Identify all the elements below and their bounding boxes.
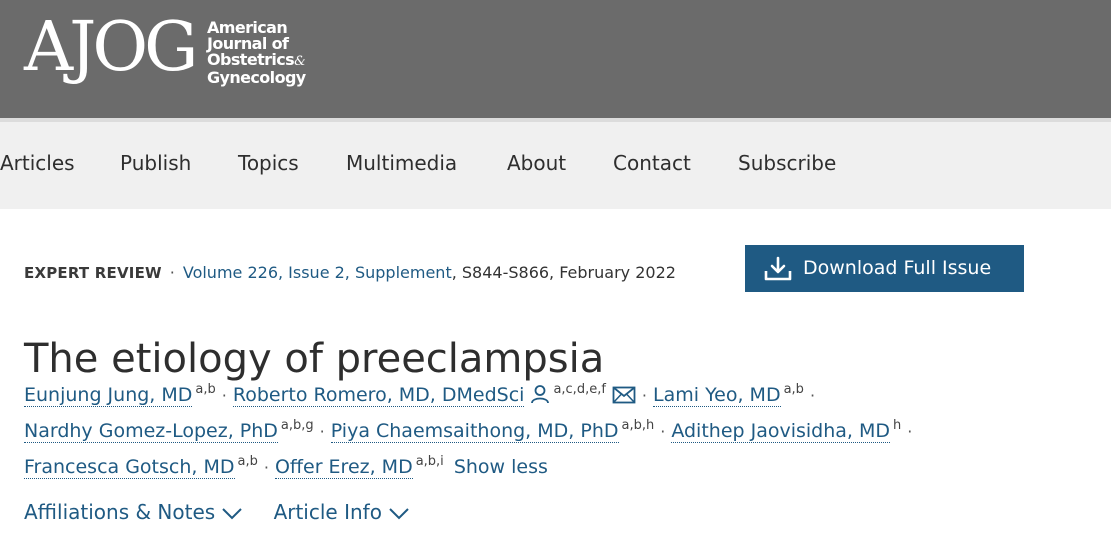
author-link[interactable]: Nardhy Gomez-Lopez, PhD: [24, 420, 278, 443]
download-icon: [764, 256, 792, 281]
author-link[interactable]: Eunjung Jung, MD: [24, 384, 193, 407]
nav-item-contact[interactable]: Contact: [613, 150, 691, 176]
nav-item-subscribe[interactable]: Subscribe: [738, 150, 836, 176]
author-affiliation-sup: a,b: [195, 382, 216, 397]
article-accordions: Affiliations & Notes Article Info: [24, 496, 434, 528]
author-affiliation-sup: a,b,g: [280, 418, 314, 433]
separator-dot: ·: [169, 263, 175, 282]
separator-dot: ·: [907, 422, 913, 441]
logo-mark[interactable]: AJOG: [24, 10, 198, 86]
chevron-down-icon: [222, 508, 242, 520]
download-button-label: Download Full Issue: [803, 257, 992, 279]
nav-item-about[interactable]: About: [507, 150, 566, 176]
logo-line: Gynecology: [207, 68, 306, 87]
author-link[interactable]: Adithep Jaovisidha, MD: [671, 420, 891, 443]
author-link[interactable]: Roberto Romero, MD, DMedSci: [232, 384, 525, 407]
show-less-link[interactable]: Show less: [454, 456, 548, 478]
logo-journal-name[interactable]: American Journal of Obstetrics& Gynecolo…: [207, 20, 306, 86]
separator-dot: ·: [263, 458, 269, 477]
nav-item-publish[interactable]: Publish: [120, 150, 191, 176]
article-info-label: Article Info: [273, 500, 382, 524]
affiliations-label: Affiliations & Notes: [24, 500, 216, 524]
volume-link[interactable]: Volume 226, Issue 2, Supplement: [183, 263, 452, 282]
author-affiliation-sup: a,b: [783, 382, 804, 397]
author-line: Eunjung Jung, MD a,b · Roberto Romero, MD, …: [24, 372, 1084, 408]
site-header: AJOG American Journal of Obstetrics& Gyn…: [0, 0, 1111, 118]
author-affiliation-sup: a,b,h: [621, 418, 655, 433]
separator-dot: ·: [641, 386, 648, 405]
author-link[interactable]: Piya Chaemsaithong, MD, PhD: [330, 420, 619, 443]
separator-dot: ·: [809, 386, 816, 405]
logo-ampersand: &: [294, 54, 306, 69]
author-line: Nardhy Gomez-Lopez, PhD a,b,g · Piya Chaems…: [24, 408, 1084, 444]
nav-item-topics[interactable]: Topics: [238, 150, 299, 176]
pages-date: , S844-S866, February 2022: [451, 263, 676, 282]
nav-item-multimedia[interactable]: Multimedia: [346, 150, 457, 176]
separator-dot: ·: [319, 422, 325, 441]
author-list: Eunjung Jung, MD a,b · Roberto Romero, MD, …: [24, 372, 1084, 480]
main-nav: Articles Publish Topics Multimedia About…: [0, 122, 1111, 209]
separator-dot: ·: [221, 386, 227, 405]
author-affiliation-sup: a,b: [237, 454, 258, 469]
nav-item-articles[interactable]: Articles: [0, 150, 75, 176]
affiliations-notes-toggle[interactable]: Affiliations & Notes: [24, 496, 243, 528]
author-link[interactable]: Lami Yeo, MD: [653, 384, 781, 407]
author-affiliation-sup: a,c,d,e,f: [553, 382, 606, 397]
author-link[interactable]: Offer Erez, MD: [274, 456, 413, 479]
article-meta: EXPERT REVIEW · Volume 226, Issue 2, Suppl…: [24, 262, 676, 284]
chevron-down-icon: [389, 508, 409, 520]
separator-dot: ·: [660, 422, 666, 441]
author-affiliation-sup: a,b,i: [415, 454, 444, 469]
author-line: Francesca Gotsch, MD a,b · Offer Erez, MD a,…: [24, 444, 1084, 480]
download-full-issue-button[interactable]: Download Full Issue: [745, 245, 1024, 292]
author-link[interactable]: Francesca Gotsch, MD: [24, 456, 235, 479]
author-affiliation-sup: h: [893, 418, 902, 433]
article-type: EXPERT REVIEW: [24, 264, 162, 282]
article-info-toggle[interactable]: Article Info: [274, 496, 410, 528]
